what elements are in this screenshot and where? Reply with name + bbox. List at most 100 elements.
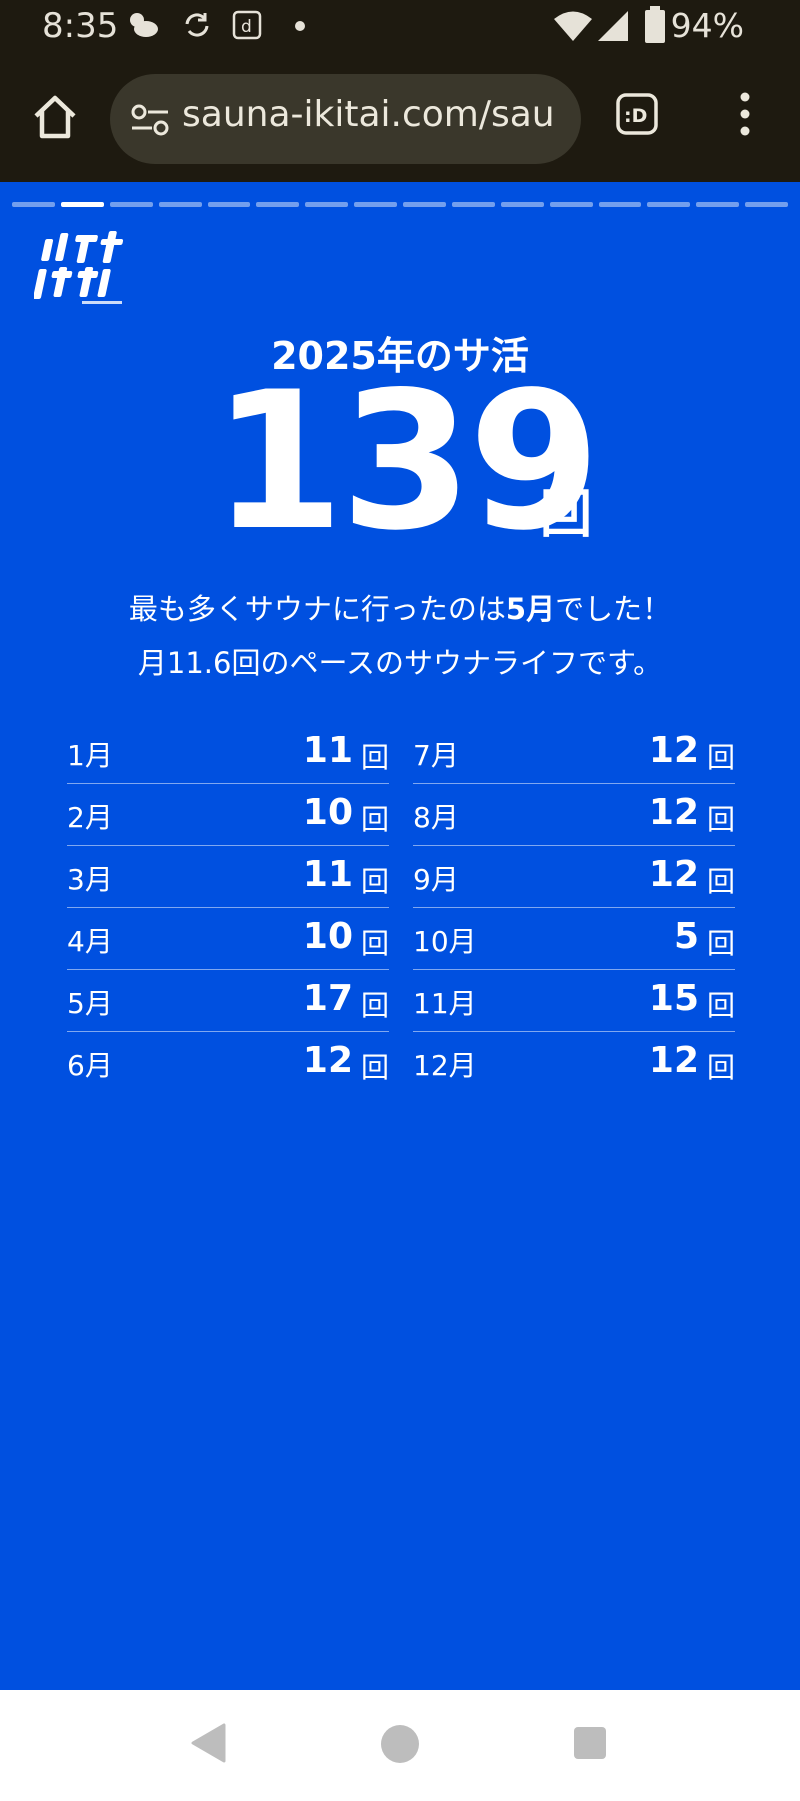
month-name: 11月 xyxy=(413,987,477,1020)
summary-line-1-prefix: 最も多くサウナに行ったのは xyxy=(128,592,506,626)
battery-percentage: 94% xyxy=(670,6,744,45)
battery-icon xyxy=(645,6,665,43)
dot-icon xyxy=(295,21,305,31)
month-count: 15 xyxy=(648,978,699,1019)
month-unit: 回 xyxy=(706,803,735,836)
story-progress-segment xyxy=(60,202,104,207)
recent-apps-icon[interactable] xyxy=(573,1726,607,1760)
status-time: 8:35 xyxy=(42,6,119,46)
month-row: 9月 12 回 xyxy=(413,846,735,908)
month-list-left: 1月 11 回 2月 10 回 3月 11 回 4月 10 回 5月 17 回 6月 12 回 xyxy=(67,722,389,1094)
svg-text:d: d xyxy=(241,17,252,37)
month-row: 10月 5 回 xyxy=(413,908,735,970)
month-row: 5月 17 回 xyxy=(67,970,389,1032)
d-app-icon: d xyxy=(232,10,262,40)
month-name: 10月 xyxy=(413,925,477,958)
story-progress-segment xyxy=(598,202,642,207)
browser-toolbar: sauna-ikitai.com/sau :D xyxy=(0,54,800,182)
story-progress-segment xyxy=(12,202,55,207)
wifi-icon xyxy=(554,11,592,41)
story-progress-segment xyxy=(647,202,691,207)
month-count: 12 xyxy=(648,792,699,833)
month-name: 1月 xyxy=(67,739,113,772)
month-unit: 回 xyxy=(706,741,735,774)
month-name: 4月 xyxy=(67,925,113,958)
month-count: 10 xyxy=(302,916,353,957)
month-count: 11 xyxy=(302,730,353,771)
month-unit: 回 xyxy=(706,1051,735,1084)
story-progress-segment xyxy=(451,202,495,207)
story-progress-segment xyxy=(354,202,397,207)
month-count: 12 xyxy=(648,854,699,895)
month-name: 2月 xyxy=(67,801,113,834)
story-progress-segment xyxy=(549,202,593,207)
month-count: 12 xyxy=(302,1040,353,1081)
total-visit-unit: 回 xyxy=(540,485,593,545)
status-bar: 8:35 d 94% xyxy=(0,0,800,54)
home-nav-icon[interactable] xyxy=(380,1724,420,1764)
month-count: 11 xyxy=(302,854,353,895)
story-progress-segment xyxy=(158,202,202,207)
svg-text::D: :D xyxy=(624,105,647,127)
month-unit: 回 xyxy=(360,865,389,898)
month-count: 5 xyxy=(673,916,699,957)
system-navigation-bar xyxy=(0,1690,800,1801)
site-settings-icon[interactable] xyxy=(130,103,170,137)
back-icon[interactable] xyxy=(190,1723,226,1763)
story-progress-segment xyxy=(500,202,544,207)
sync-icon xyxy=(185,13,209,37)
month-row: 7月 12 回 xyxy=(413,722,735,784)
story-progress-segment xyxy=(696,202,740,207)
month-count: 17 xyxy=(302,978,353,1019)
month-count: 12 xyxy=(648,1040,699,1081)
story-panel[interactable]: 2025年のサ活 139 回 最も多くサウナに行ったのは5月でした！ 月11.6… xyxy=(0,182,800,1690)
summary-line-2: 月11.6回のペースのサウナライフです。 xyxy=(137,646,663,680)
url-text: sauna-ikitai.com/sau xyxy=(182,94,555,135)
month-unit: 回 xyxy=(360,927,389,960)
story-progress-bar xyxy=(12,202,788,207)
cloudy-sun-icon xyxy=(130,13,158,37)
month-name: 5月 xyxy=(67,987,113,1020)
month-unit: 回 xyxy=(360,1051,389,1084)
month-unit: 回 xyxy=(360,989,389,1022)
month-list-right: 7月 12 回 8月 12 回 9月 12 回 10月 5 回 11月 15 回 12月 12 回 xyxy=(413,722,735,1094)
month-name: 12月 xyxy=(413,1049,477,1082)
month-unit: 回 xyxy=(706,989,735,1022)
story-progress-segment xyxy=(745,202,788,207)
story-progress-segment xyxy=(207,202,251,207)
month-name: 3月 xyxy=(67,863,113,896)
total-visit-count: 139 xyxy=(212,351,601,572)
extension-icon[interactable]: :D xyxy=(615,92,659,136)
summary-line-1: 最も多くサウナに行ったのは5月でした！ xyxy=(0,582,800,636)
story-progress-segment xyxy=(109,202,153,207)
month-row: 8月 12 回 xyxy=(413,784,735,846)
month-row: 11月 15 回 xyxy=(413,970,735,1032)
sauna-ikitai-logo xyxy=(34,231,124,304)
address-bar[interactable]: sauna-ikitai.com/sau xyxy=(110,74,581,164)
story-progress-segment xyxy=(403,202,446,207)
summary-line-1-suffix: でした！ xyxy=(555,592,672,626)
story-progress-segment xyxy=(256,202,300,207)
month-row: 1月 11 回 xyxy=(67,722,389,784)
story-progress-segment xyxy=(305,202,349,207)
month-row: 4月 10 回 xyxy=(67,908,389,970)
month-name: 8月 xyxy=(413,801,459,834)
month-name: 6月 xyxy=(67,1049,113,1082)
month-name: 9月 xyxy=(413,863,459,896)
month-row: 6月 12 回 xyxy=(67,1032,389,1094)
month-unit: 回 xyxy=(360,741,389,774)
month-count: 10 xyxy=(302,792,353,833)
summary-text: 最も多くサウナに行ったのは5月でした！ 月11.6回のペースのサウナライフです。 xyxy=(0,582,800,690)
month-row: 12月 12 回 xyxy=(413,1032,735,1094)
more-menu-icon[interactable] xyxy=(730,89,760,139)
signal-icon xyxy=(598,11,628,41)
month-row: 2月 10 回 xyxy=(67,784,389,846)
top-month-highlight: 5月 xyxy=(505,592,556,626)
home-icon[interactable] xyxy=(30,92,80,142)
month-count: 12 xyxy=(648,730,699,771)
month-name: 7月 xyxy=(413,739,459,772)
month-row: 3月 11 回 xyxy=(67,846,389,908)
month-unit: 回 xyxy=(360,803,389,836)
month-unit: 回 xyxy=(706,927,735,960)
month-unit: 回 xyxy=(706,865,735,898)
